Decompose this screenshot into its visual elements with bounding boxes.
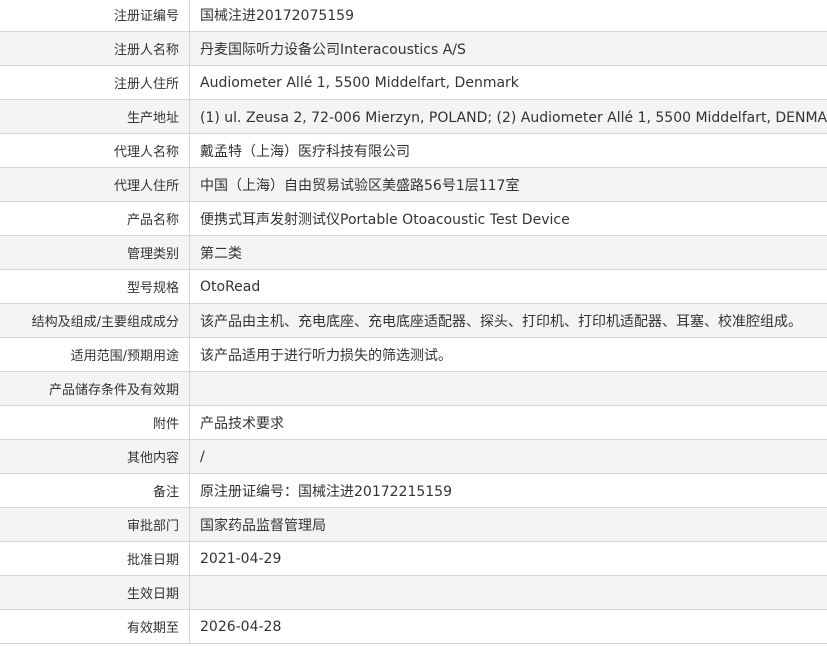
row-value: 该产品由主机、充电底座、充电底座适配器、探头、打印机、打印机适配器、耳塞、校准腔… [189,303,827,338]
row-value: 国械注进20172075159 [189,0,827,32]
table-row: 适用范围/预期用途 该产品适用于进行听力损失的筛选测试。 [0,337,827,372]
row-value: (1) ul. Zeusa 2, 72-006 Mierzyn, POLAND;… [189,99,827,134]
row-value: 便携式耳声发射测试仪Portable Otoacoustic Test Devi… [189,201,827,236]
row-label: 注册人名称 [0,31,190,66]
table-row: 生产地址 (1) ul. Zeusa 2, 72-006 Mierzyn, PO… [0,99,827,134]
table-row: 其他内容 / [0,439,827,474]
row-value: OtoRead [189,269,827,304]
table-row: 审批部门 国家药品监督管理局 [0,507,827,542]
table-row: 注册人住所 Audiometer Allé 1, 5500 Middelfart… [0,65,827,100]
row-label: 代理人住所 [0,167,190,202]
row-value: 该产品适用于进行听力损失的筛选测试。 [189,337,827,372]
row-label: 附件 [0,405,190,440]
row-label: 生产地址 [0,99,190,134]
table-row: 附件 产品技术要求 [0,405,827,440]
row-label: 产品储存条件及有效期 [0,371,190,406]
row-label: 注册证编号 [0,0,190,32]
table-row: 结构及组成/主要组成成分 该产品由主机、充电底座、充电底座适配器、探头、打印机、… [0,303,827,338]
table-row: 有效期至 2026-04-28 [0,609,827,644]
row-label: 型号规格 [0,269,190,304]
row-value: / [189,439,827,474]
table-row: 注册证编号 国械注进20172075159 [0,0,827,32]
table-row: 管理类别 第二类 [0,235,827,270]
row-label: 产品名称 [0,201,190,236]
row-label: 注册人住所 [0,65,190,100]
row-value: 国家药品监督管理局 [189,507,827,542]
table-row: 代理人名称 戴孟特（上海）医疗科技有限公司 [0,133,827,168]
row-label: 代理人名称 [0,133,190,168]
row-label: 结构及组成/主要组成成分 [0,303,190,338]
row-label: 有效期至 [0,609,190,644]
row-value: 2021-04-29 [189,541,827,576]
table-row: 生效日期 [0,575,827,610]
row-label: 管理类别 [0,235,190,270]
row-label: 审批部门 [0,507,190,542]
row-value: Audiometer Allé 1, 5500 Middelfart, Denm… [189,65,827,100]
row-value: 中国（上海）自由贸易试验区美盛路56号1层117室 [189,167,827,202]
row-label: 其他内容 [0,439,190,474]
table-row: 代理人住所 中国（上海）自由贸易试验区美盛路56号1层117室 [0,167,827,202]
table-row: 备注 原注册证编号：国械注进20172215159 [0,473,827,508]
row-value: 丹麦国际听力设备公司Interacoustics A/S [189,31,827,66]
row-label: 适用范围/预期用途 [0,337,190,372]
row-label: 生效日期 [0,575,190,610]
row-value: 第二类 [189,235,827,270]
row-value: 产品技术要求 [189,405,827,440]
table-row: 批准日期 2021-04-29 [0,541,827,576]
table-row: 注册人名称 丹麦国际听力设备公司Interacoustics A/S [0,31,827,66]
row-label: 备注 [0,473,190,508]
table-row: 型号规格 OtoRead [0,269,827,304]
registration-info-table: 注册证编号 国械注进20172075159 注册人名称 丹麦国际听力设备公司In… [0,0,827,644]
row-label: 批准日期 [0,541,190,576]
row-value: 戴孟特（上海）医疗科技有限公司 [189,133,827,168]
row-value [189,575,827,610]
row-value: 2026-04-28 [189,609,827,644]
row-value: 原注册证编号：国械注进20172215159 [189,473,827,508]
table-row: 产品储存条件及有效期 [0,371,827,406]
table-row: 产品名称 便携式耳声发射测试仪Portable Otoacoustic Test… [0,201,827,236]
row-value [189,371,827,406]
